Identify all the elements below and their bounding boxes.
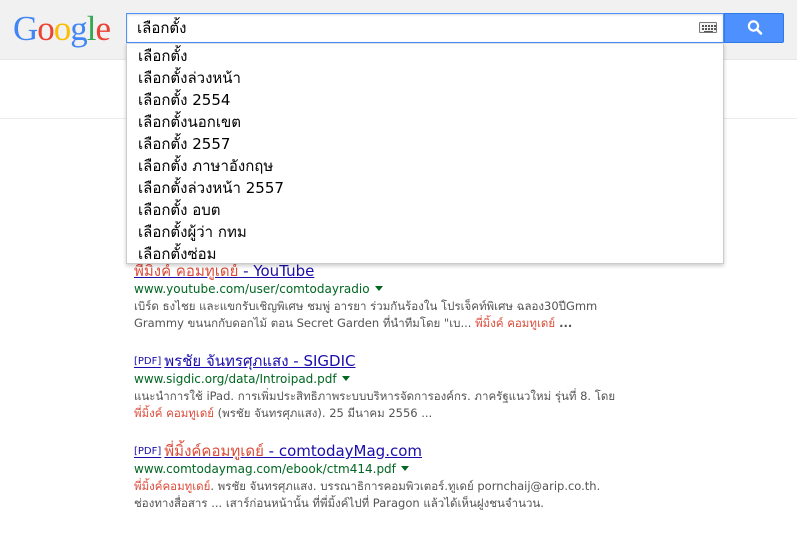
snippet-text: (พรชัย จันทรศุภแสง). 25 มีนาคม 2556 ... [214,406,433,420]
suggestion-item[interactable]: เลือกตั้ง 2557 [127,133,723,155]
result-title-link[interactable]: [PDF] พรชัย จันทรศุภแสง - SIGDIC [134,352,654,371]
pdf-tag: [PDF] [134,356,162,367]
snippet-line: พี่มิ้งค์ คอมทูเดย์ (พรชัย จันทรศุภแสง).… [134,405,654,422]
logo-letter: l [86,9,97,48]
keyboard-icon[interactable] [699,22,717,33]
autocomplete-dropdown: เลือกตั้ง เลือกตั้งล่วงหน้า เลือกตั้ง 25… [126,43,724,264]
result-title-text: - SIGDIC [288,352,356,370]
url-dropdown-arrow-icon[interactable] [341,376,350,381]
snippet-highlight: พี่มิ้งค์คอมทูเดย์ [134,479,211,493]
search-result: [PDF] พี่มิ้งค์คอมทูเดย์ - comtodayMag.co… [134,442,654,512]
result-title-text: พรชัย จันทรศุภแสง [164,352,289,370]
snippet-line: Grammy ขนนกกับดอกไม้ ตอน Secret Garden ท… [134,315,654,332]
suggestion-item[interactable]: เลือกตั้ง [127,45,723,67]
result-url-text: www.sigdic.org/data/Introipad.pdf [134,372,337,386]
result-url-text: www.comtodaymag.com/ebook/ctm414.pdf [134,462,396,476]
search-result: [PDF] พรชัย จันทรศุภแสง - SIGDIC www.sigd… [134,352,654,422]
logo-letter: e [95,9,112,48]
suggestion-item[interactable]: เลือกตั้ง อบต [127,199,723,221]
suggestion-item[interactable]: เลือกตั้งผู้ว่า กทม [127,221,723,243]
snippet-text: ... [555,316,573,330]
result-title-text: - comtodayMag.com [263,442,422,460]
logo-letter: o [53,9,71,48]
logo-letter: g [70,9,87,48]
result-url: www.comtodaymag.com/ebook/ctm414.pdf [134,461,654,478]
search-box [126,13,724,43]
snippet-text: Grammy ขนนกกับดอกไม้ ตอน Secret Garden ท… [134,316,476,330]
snippet-highlight: พี่มิ้งค์ คอมทูเดย์ [475,316,556,330]
logo-letter: G [13,9,38,48]
google-logo[interactable]: Google [13,9,112,49]
snippet-highlight: พี่มิ้งค์ คอมทูเดย์ [134,406,215,420]
result-url: www.sigdic.org/data/Introipad.pdf [134,371,654,388]
search-input[interactable] [127,14,687,42]
snippet-line: พี่มิ้งค์คอมทูเดย์. พรชัย จันทรศุภแสง. บ… [134,478,654,495]
snippet-line: แนะนำการใช้ iPad. การเพิ่มประสิทธิภาพระบ… [134,389,616,403]
suggestion-item[interactable]: เลือกตั้งซ่อม [127,243,723,265]
suggestion-item[interactable]: เลือกตั้ง 2554 [127,89,723,111]
suggestion-item[interactable]: เลือกตั้งล่วงหน้า [127,67,723,89]
suggestion-item[interactable]: เลือกตั้งล่วงหน้า 2557 [127,177,723,199]
pdf-tag: [PDF] [134,446,162,457]
snippet-line: เบิร์ด ธงไชย และแขกรับเชิญพิเศษ ชมพู่ อา… [134,299,598,313]
search-results: พี่มิ้งค์ คอมทูเดย์ - YouTube www.youtub… [134,262,654,532]
result-snippet: แนะนำการใช้ iPad. การเพิ่มประสิทธิภาพระบ… [134,388,654,422]
search-icon [747,20,763,35]
suggestion-item[interactable]: เลือกตั้งนอกเขต [127,111,723,133]
search-result: พี่มิ้งค์ คอมทูเดย์ - YouTube www.youtub… [134,262,654,332]
result-url-text: www.youtube.com/user/comtodayradio [134,282,370,296]
result-url: www.youtube.com/user/comtodayradio [134,281,654,298]
logo-letter: o [37,9,54,48]
url-dropdown-arrow-icon[interactable] [400,466,409,471]
suggestion-item[interactable]: เลือกตั้ง ภาษาอังกฤษ [127,155,723,177]
result-title-link[interactable]: [PDF] พี่มิ้งค์คอมทูเดย์ - comtodayMag.co… [134,442,654,461]
url-dropdown-arrow-icon[interactable] [374,286,383,291]
search-button[interactable] [724,13,784,43]
result-snippet: เบิร์ด ธงไชย และแขกรับเชิญพิเศษ ชมพู่ อา… [134,298,654,332]
snippet-text: . พรชัย จันทรศุภแสง. บรรณาธิการคอมพิวเตอ… [210,479,601,493]
result-title-highlight: พี่มิ้งค์คอมทูเดย์ [164,442,264,460]
snippet-line: ช่องทางสื่อสาร ... เสาร์ก่อนหน้านั้น ที่… [134,496,544,510]
result-snippet: พี่มิ้งค์คอมทูเดย์. พรชัย จันทรศุภแสง. บ… [134,478,654,512]
